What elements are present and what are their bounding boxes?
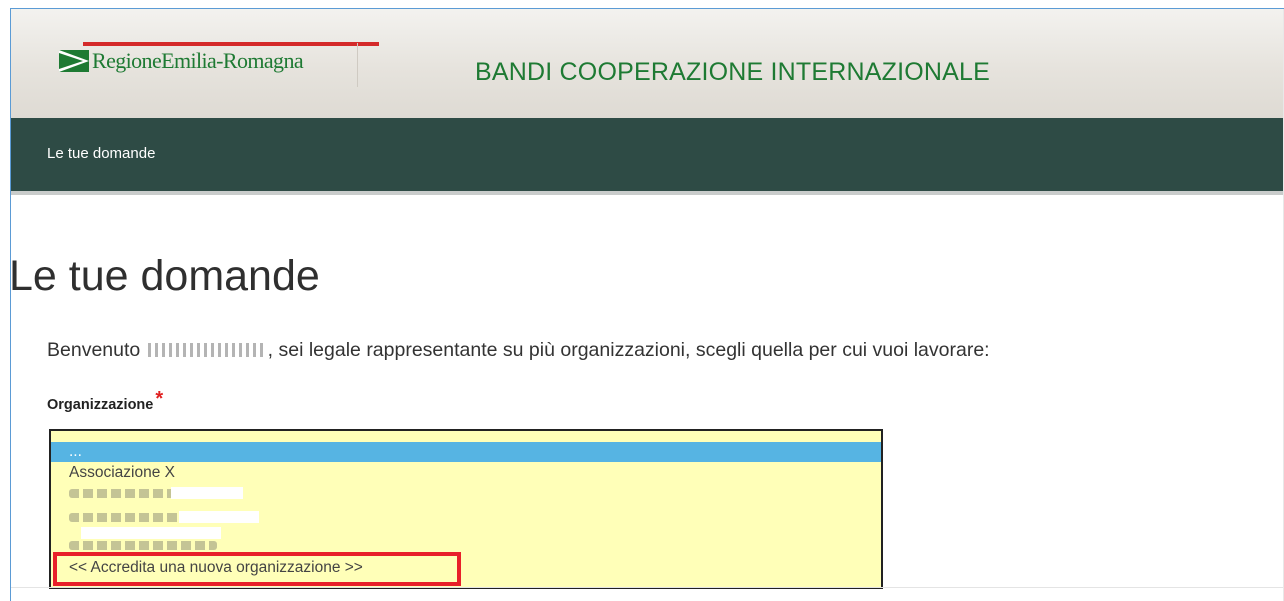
option-redacted-3[interactable] [51,527,881,550]
browser-frame: RegioneEmilia-Romagna BANDI COOPERAZIONE… [10,8,1284,601]
site-title: BANDI COOPERAZIONE INTERNAZIONALE [475,58,991,86]
welcome-message: Benvenuto , sei legale rappresentante su… [47,339,990,362]
welcome-suffix: , sei legale rappresentante su più organ… [267,339,990,361]
welcome-prefix: Benvenuto [47,339,141,361]
redaction-patch [81,527,221,539]
annotation-highlight-box [53,552,461,586]
organizzazione-label: Organizzazione * [47,388,163,415]
organizzazione-label-text: Organizzazione [47,397,154,413]
option-redacted-2[interactable] [51,507,881,527]
logo-text: RegioneEmilia-Romagna [92,48,304,73]
redacted-user-name [147,343,266,357]
logo-flag-icon [59,50,89,72]
redaction-patch [179,511,259,523]
content-divider [11,587,1284,588]
logo-red-bar [83,42,379,46]
nav-link-le-tue-domande[interactable]: Le tue domande [47,145,155,162]
option-placeholder[interactable]: ... [51,442,881,462]
option-associazione-x[interactable]: Associazione X [51,463,881,483]
main-nav: Le tue domande [11,118,1284,195]
required-asterisk: * [155,388,164,410]
site-header: RegioneEmilia-Romagna BANDI COOPERAZIONE… [11,9,1284,118]
header-divider [357,43,358,87]
redaction-patch [171,487,243,499]
page-title: Le tue domande [10,251,320,300]
option-redacted-1[interactable] [51,483,881,503]
